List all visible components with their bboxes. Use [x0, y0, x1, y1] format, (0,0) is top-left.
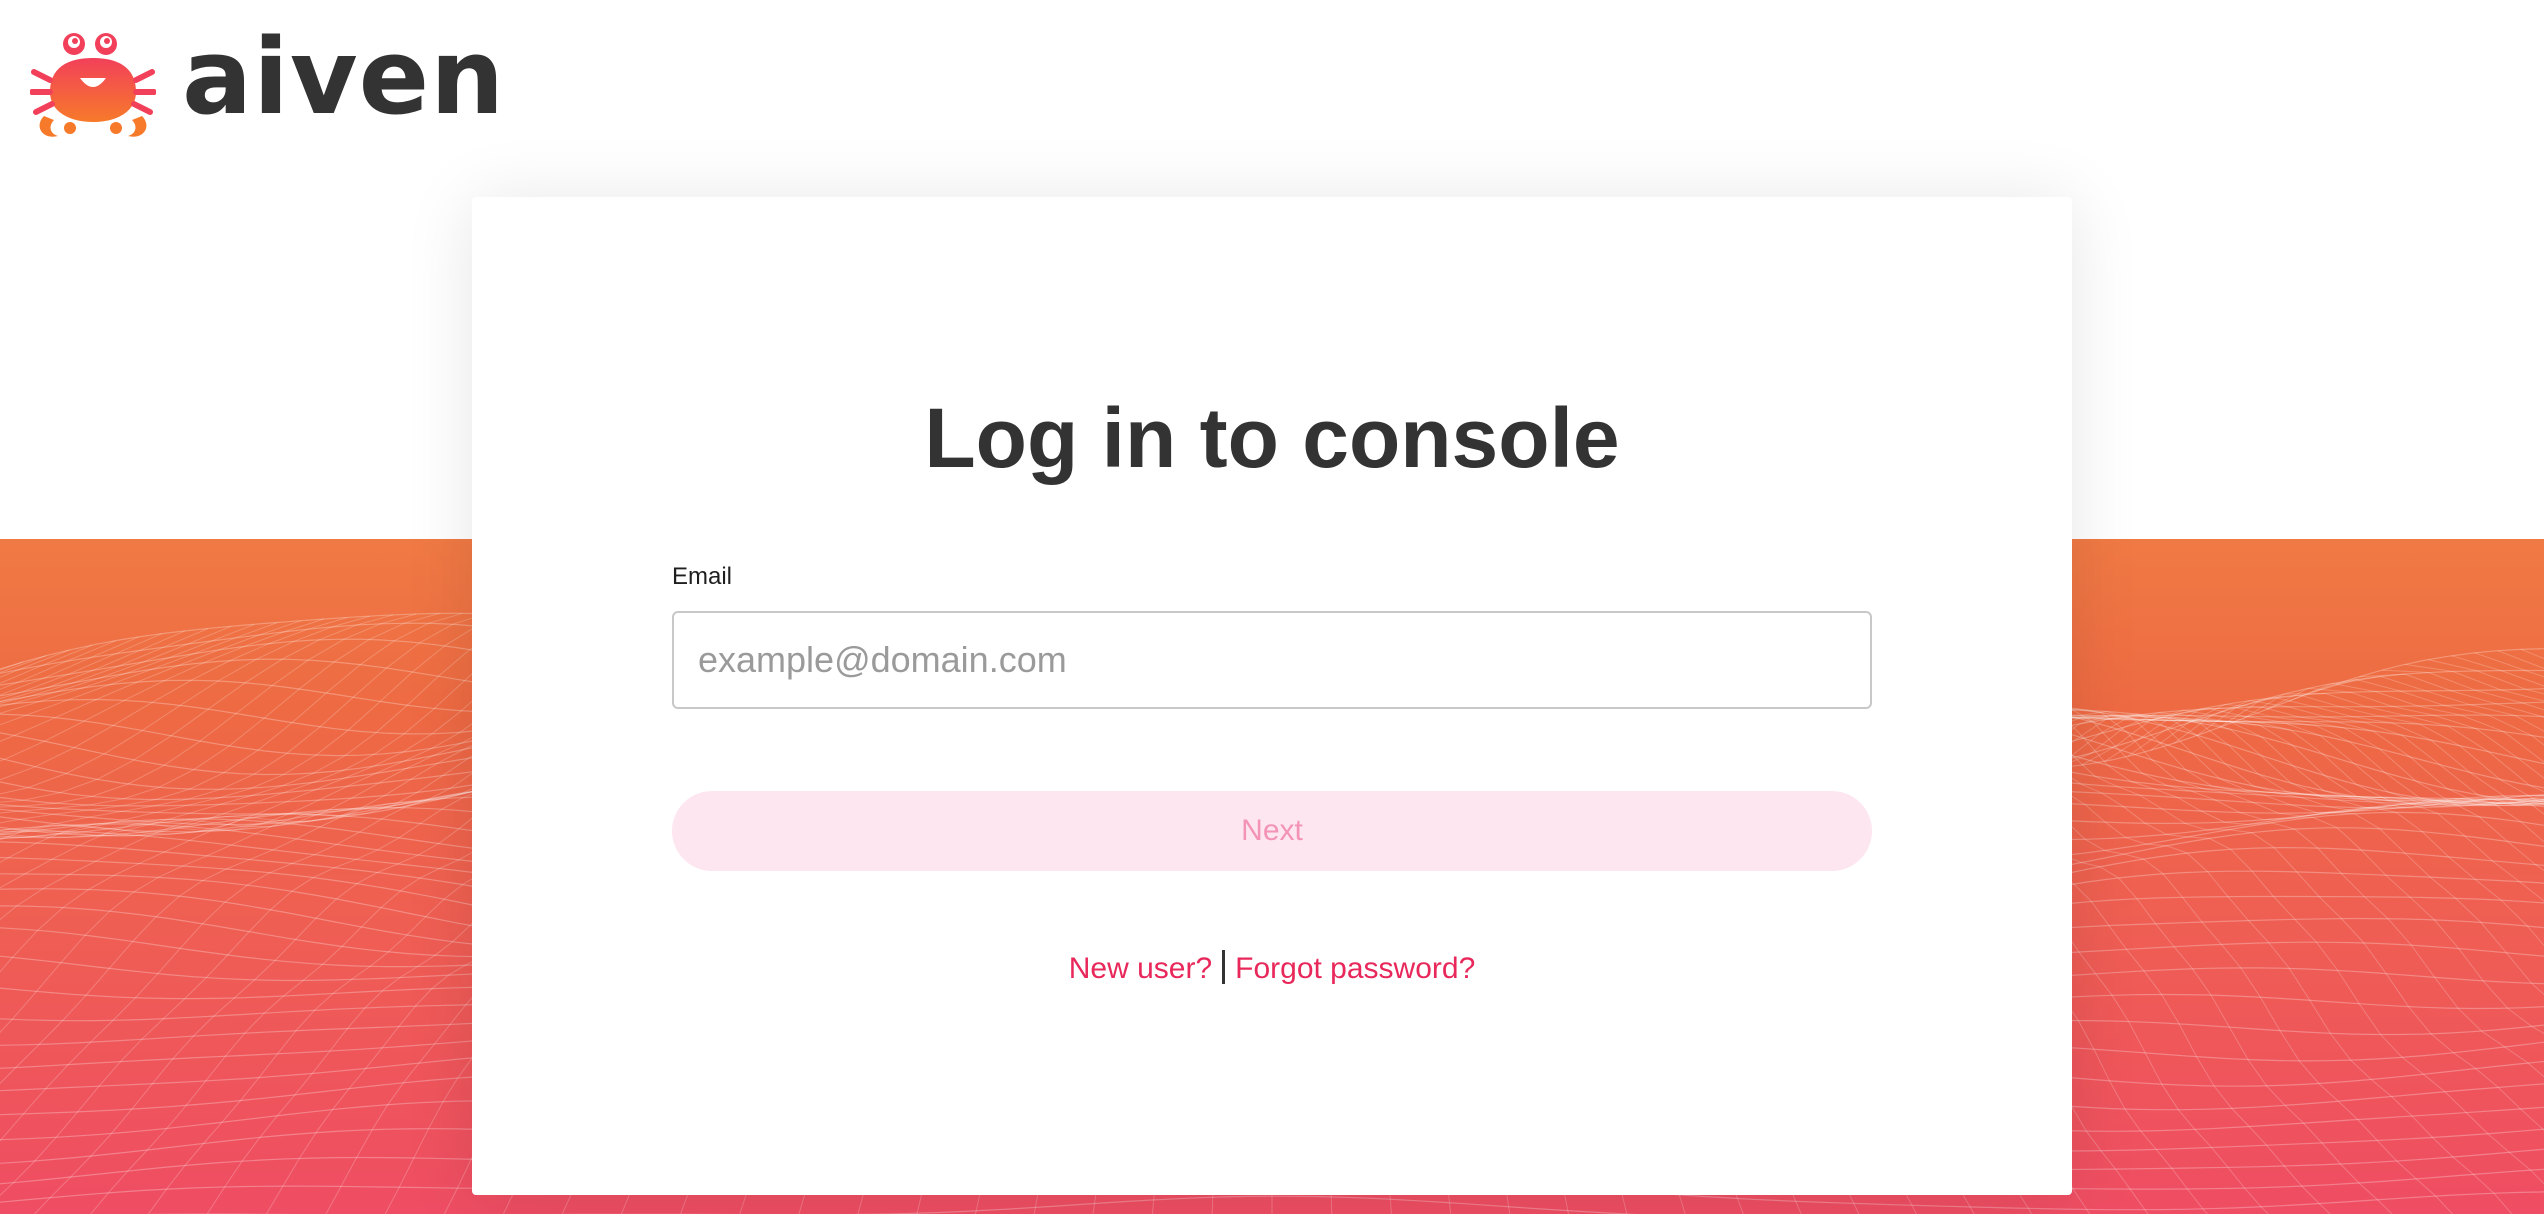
email-field[interactable] [672, 611, 1872, 709]
new-user-link[interactable]: New user? [1069, 952, 1212, 985]
link-separator [1222, 950, 1226, 984]
page-title: Log in to console [924, 391, 1620, 485]
crab-logo-icon[interactable] [30, 30, 156, 140]
brand-wordmark: aiven [182, 16, 506, 138]
email-label: Email [672, 563, 733, 590]
forgot-password-link[interactable]: Forgot password? [1235, 952, 1475, 985]
next-button[interactable]: Next [672, 791, 1872, 871]
auth-links: New user? Forgot password? [472, 950, 2072, 984]
login-card: Log in to console Email Next New user? Fo… [472, 197, 2072, 1195]
header: aiven [30, 25, 505, 140]
